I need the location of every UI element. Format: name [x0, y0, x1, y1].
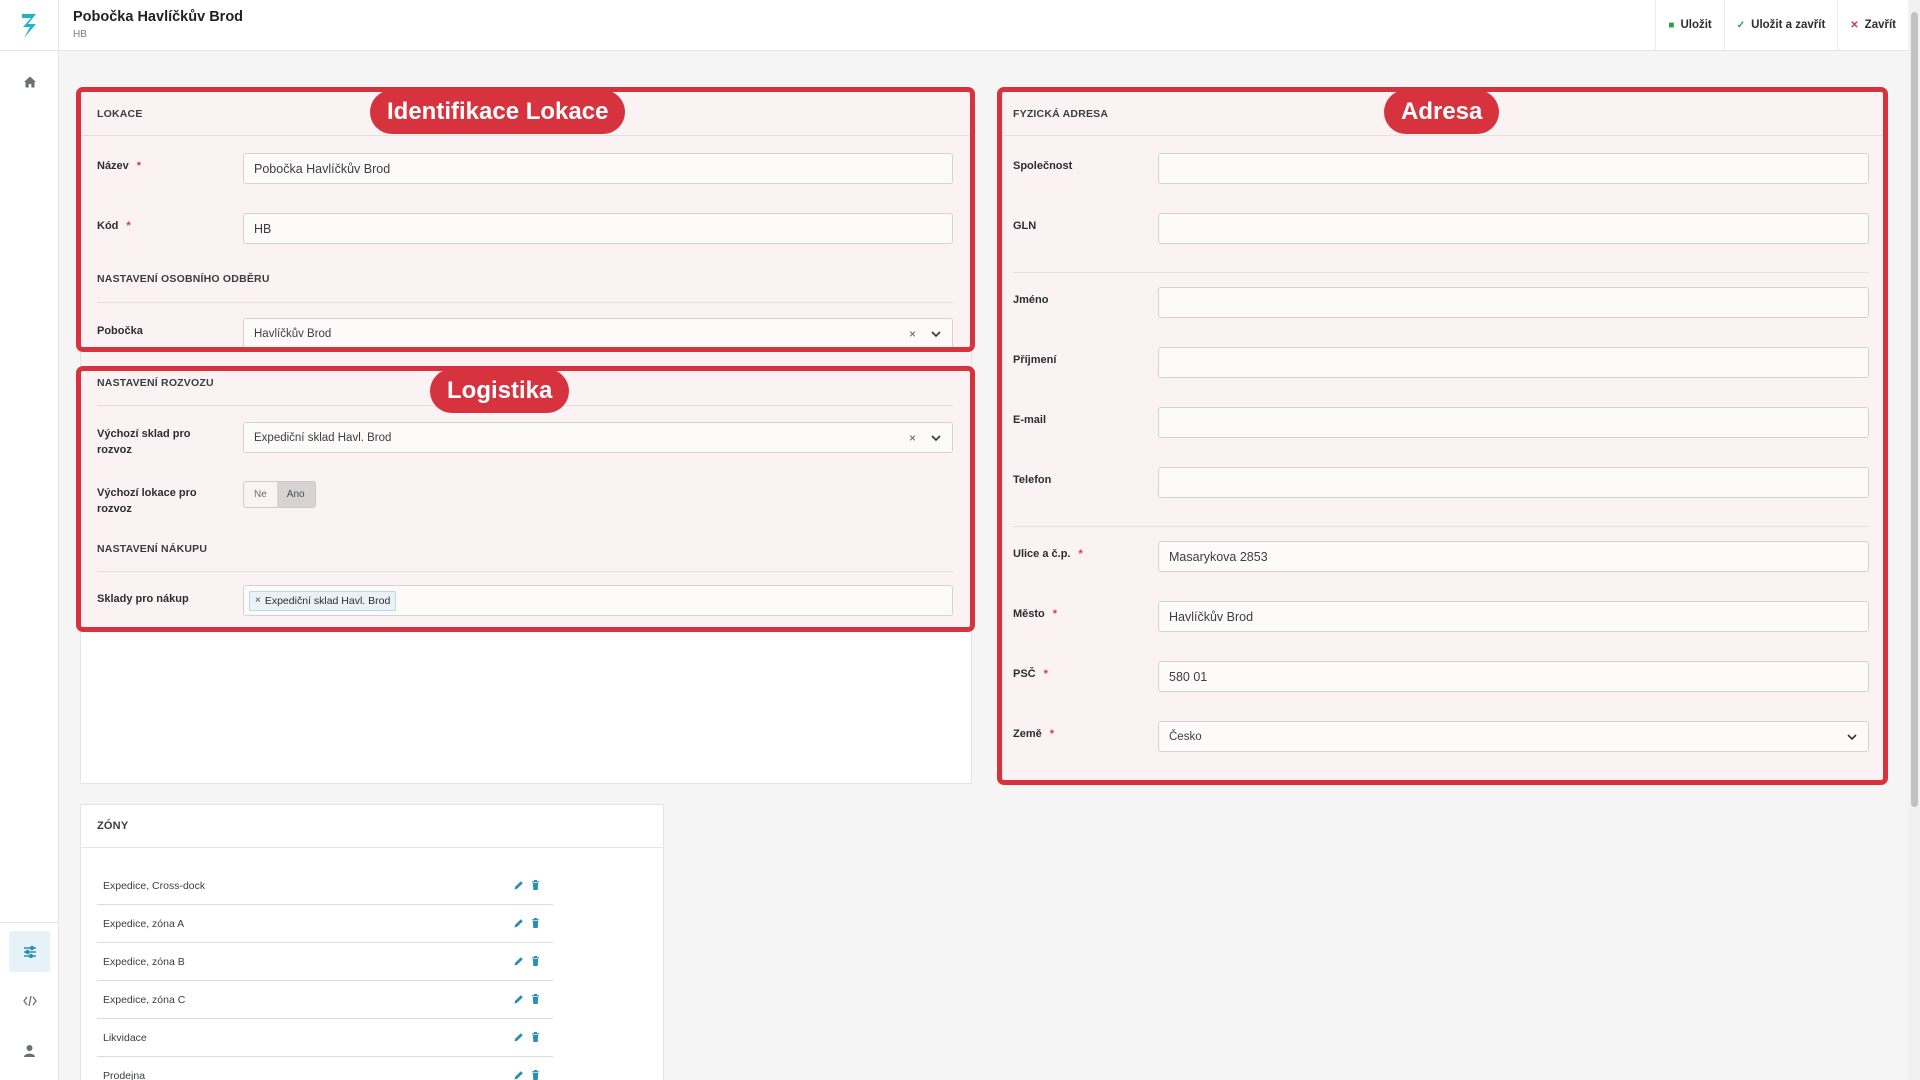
- annotation-logistika: Logistika: [430, 369, 570, 413]
- edit-icon[interactable]: [513, 1069, 524, 1080]
- section-zony-heading: ZÓNY: [97, 820, 129, 832]
- zone-row-tools: [513, 1069, 541, 1080]
- zone-name: Expedice, Cross-dock: [103, 879, 206, 892]
- zone-name: Prodejna: [103, 1069, 146, 1080]
- zone-name: Expedice, zóna C: [103, 993, 186, 1006]
- zone-row: Prodejna: [97, 1057, 553, 1080]
- save-icon: ■: [1668, 19, 1675, 31]
- delete-icon[interactable]: [530, 879, 541, 891]
- zone-name: Likvidace: [103, 1031, 147, 1044]
- delete-icon[interactable]: [530, 1031, 541, 1043]
- edit-icon[interactable]: [513, 917, 524, 929]
- zone-row: Expedice, zóna B: [97, 943, 553, 981]
- delete-icon[interactable]: [530, 917, 541, 929]
- delete-icon[interactable]: [530, 955, 541, 967]
- close-label: Zavřít: [1864, 19, 1896, 31]
- zone-row: Expedice, Cross-dock: [97, 867, 553, 905]
- delete-icon[interactable]: [530, 993, 541, 1005]
- home-icon[interactable]: [9, 61, 50, 102]
- page-subtitle: HB: [73, 29, 87, 40]
- zone-name: Expedice, zóna A: [103, 917, 185, 930]
- sidebar: [0, 0, 59, 1080]
- sidebar-divider: [0, 50, 59, 51]
- edit-icon[interactable]: [513, 879, 524, 891]
- close-button[interactable]: ✕ Zavřít: [1837, 0, 1908, 50]
- scrollbar-thumb[interactable]: [1911, 12, 1918, 807]
- code-icon[interactable]: [9, 980, 50, 1021]
- zone-row: Likvidace: [97, 1019, 553, 1057]
- app-logo[interactable]: [19, 11, 41, 41]
- save-button[interactable]: ■ Uložit: [1655, 0, 1723, 50]
- close-icon: ✕: [1850, 19, 1859, 31]
- edit-icon[interactable]: [513, 993, 524, 1005]
- zone-row-tools: [513, 917, 541, 929]
- annotation-adresa: Adresa: [1384, 90, 1500, 134]
- save-label: Uložit: [1680, 19, 1712, 31]
- sliders-icon[interactable]: [9, 931, 50, 972]
- zone-row-tools: [513, 955, 541, 967]
- user-icon[interactable]: [9, 1030, 50, 1071]
- app-window: Pobočka Havlíčkův Brod HB ■ Uložit ✓ Ulo…: [0, 0, 1920, 1080]
- highlight-adresa: [997, 87, 1888, 785]
- top-bar: Pobočka Havlíčkův Brod HB ■ Uložit ✓ Ulo…: [59, 0, 1908, 51]
- page-scrollbar[interactable]: [1908, 0, 1920, 1080]
- check-icon: ✓: [1736, 19, 1746, 31]
- sidebar-divider: [0, 922, 59, 923]
- zone-row-tools: [513, 1031, 541, 1043]
- page-title: Pobočka Havlíčkův Brod: [73, 9, 244, 25]
- zone-row: Expedice, zóna A: [97, 905, 553, 943]
- annotation-identifikace-lokace: Identifikace Lokace: [370, 90, 626, 134]
- edit-icon[interactable]: [513, 1031, 524, 1043]
- zone-name: Expedice, zóna B: [103, 955, 185, 968]
- save-close-button[interactable]: ✓ Uložit a zavřít: [1723, 0, 1838, 50]
- edit-icon[interactable]: [513, 955, 524, 967]
- save-close-label: Uložit a zavřít: [1751, 19, 1826, 31]
- zone-row-tools: [513, 993, 541, 1005]
- delete-icon[interactable]: [530, 1069, 541, 1080]
- divider: [81, 847, 663, 848]
- zone-row: Expedice, zóna C: [97, 981, 553, 1019]
- zone-row-tools: [513, 879, 541, 891]
- toolbar-actions: ■ Uložit ✓ Uložit a zavřít ✕ Zavřít: [1655, 0, 1908, 50]
- zones-card: ZÓNY Expedice, Cross-dock Expedice, zóna …: [80, 804, 664, 1080]
